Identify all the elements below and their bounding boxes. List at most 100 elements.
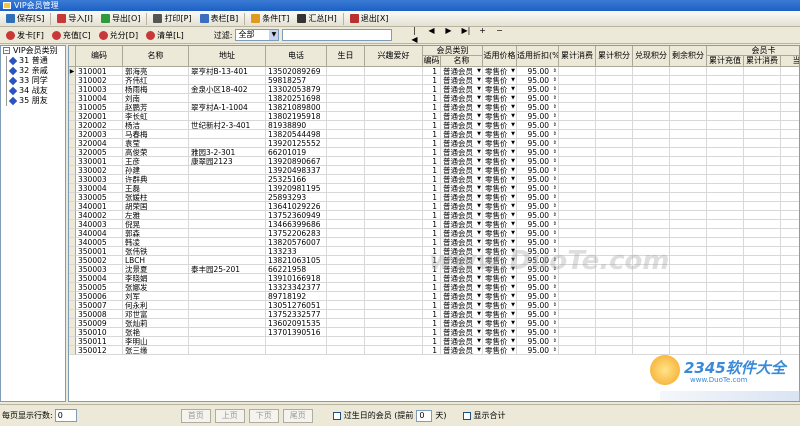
cell-address[interactable]	[189, 328, 266, 337]
cell-price[interactable]: 零售价 ▼	[483, 148, 517, 157]
spinner-icon[interactable]: ⇕	[553, 103, 557, 111]
cell-card-spend[interactable]	[744, 67, 781, 76]
cell-phone[interactable]: 13802195918	[266, 112, 327, 121]
chevron-down-icon[interactable]: ▼	[511, 193, 515, 201]
cell-card-recharge[interactable]	[707, 202, 744, 211]
cell-card-recharge[interactable]	[707, 148, 744, 157]
cell-card-current[interactable]	[781, 94, 799, 103]
cell-code[interactable]: 330004	[76, 184, 123, 193]
cell-price[interactable]: 零售价 ▼	[483, 112, 517, 121]
cell-price[interactable]: 零售价 ▼	[483, 346, 517, 355]
chevron-down-icon[interactable]: ▼	[477, 337, 481, 345]
cell-type-code[interactable]: 1	[423, 184, 441, 193]
cell-address[interactable]	[189, 337, 266, 346]
cell-card-recharge[interactable]	[707, 319, 744, 328]
cell-card-current[interactable]	[781, 193, 799, 202]
column-header-phone[interactable]: 电话	[266, 46, 327, 67]
cell-total-points[interactable]	[596, 202, 633, 211]
table-row[interactable]: 330002 孙建 13920498337 1 普通会员 ▼ 零售价 ▼ 95.00 ⇕	[69, 166, 799, 175]
cell-redeemed-points[interactable]	[633, 67, 670, 76]
spinner-icon[interactable]: ⇕	[553, 346, 557, 354]
import-button[interactable]: 导入[I]	[53, 12, 97, 26]
cell-birthday[interactable]	[327, 103, 365, 112]
cell-remaining-points[interactable]	[670, 121, 707, 130]
cell-type-code[interactable]: 1	[423, 67, 441, 76]
cell-birthday[interactable]	[327, 67, 365, 76]
condition-button[interactable]: 条件[T]	[247, 12, 293, 26]
cell-discount[interactable]: 95.00 ⇕	[517, 121, 559, 130]
cell-type-code[interactable]: 1	[423, 310, 441, 319]
chevron-down-icon[interactable]: ▼	[511, 310, 515, 318]
cell-price[interactable]: 零售价 ▼	[483, 166, 517, 175]
cell-birthday[interactable]	[327, 337, 365, 346]
cell-total-spend[interactable]	[559, 211, 596, 220]
cell-price[interactable]: 零售价 ▼	[483, 328, 517, 337]
cell-name[interactable]: 张艳	[123, 328, 189, 337]
cell-card-recharge[interactable]	[707, 247, 744, 256]
tree-item[interactable]: 34 战友	[1, 86, 65, 96]
cell-remaining-points[interactable]	[670, 328, 707, 337]
spinner-icon[interactable]: ⇕	[553, 328, 557, 336]
cell-name[interactable]: 高俊荣	[123, 148, 189, 157]
cell-redeemed-points[interactable]	[633, 292, 670, 301]
cell-phone[interactable]: 89718192	[266, 292, 327, 301]
cell-card-spend[interactable]	[744, 337, 781, 346]
cell-name[interactable]: 郭森	[123, 229, 189, 238]
chevron-down-icon[interactable]: ▼	[511, 103, 515, 111]
column-header-type-code[interactable]: 编码	[423, 56, 441, 67]
cell-card-spend[interactable]	[744, 256, 781, 265]
chevron-down-icon[interactable]: ▼	[511, 85, 515, 93]
cell-name[interactable]: 王彦	[123, 157, 189, 166]
cell-discount[interactable]: 95.00 ⇕	[517, 202, 559, 211]
chevron-down-icon[interactable]: ▼	[477, 67, 481, 75]
cell-card-recharge[interactable]	[707, 130, 744, 139]
chevron-down-icon[interactable]: ▼	[511, 76, 515, 84]
cell-total-spend[interactable]	[559, 328, 596, 337]
cell-code[interactable]: 310001	[76, 67, 123, 76]
cell-card-recharge[interactable]	[707, 328, 744, 337]
chevron-down-icon[interactable]: ▼	[511, 229, 515, 237]
cell-type-code[interactable]: 1	[423, 229, 441, 238]
cell-card-recharge[interactable]	[707, 76, 744, 85]
cell-hobby[interactable]	[365, 328, 423, 337]
spinner-icon[interactable]: ⇕	[553, 220, 557, 228]
cell-redeemed-points[interactable]	[633, 94, 670, 103]
column-header-birthday[interactable]: 生日	[327, 46, 365, 67]
cell-hobby[interactable]	[365, 139, 423, 148]
cell-code[interactable]: 320004	[76, 139, 123, 148]
cell-phone[interactable]: 13820576007	[266, 238, 327, 247]
cell-hobby[interactable]	[365, 67, 423, 76]
spinner-icon[interactable]: ⇕	[553, 202, 557, 210]
cell-type-name[interactable]: 普通会员 ▼	[441, 328, 483, 337]
cell-remaining-points[interactable]	[670, 139, 707, 148]
cell-redeemed-points[interactable]	[633, 148, 670, 157]
table-row[interactable]: 350006 刘军 89718192 1 普通会员 ▼ 零售价 ▼ 95.00 ⇕	[69, 292, 799, 301]
cell-total-points[interactable]	[596, 85, 633, 94]
cell-redeemed-points[interactable]	[633, 103, 670, 112]
tree-item[interactable]: 32 亲戚	[1, 66, 65, 76]
cell-birthday[interactable]	[327, 283, 365, 292]
cell-card-current[interactable]	[781, 238, 799, 247]
cell-hobby[interactable]	[365, 76, 423, 85]
cell-card-spend[interactable]	[744, 346, 781, 355]
cell-address[interactable]	[189, 274, 266, 283]
cell-phone[interactable]: 25893293	[266, 193, 327, 202]
cell-birthday[interactable]	[327, 121, 365, 130]
column-header-redeemed-points[interactable]: 兑现积分	[633, 46, 670, 67]
cell-redeemed-points[interactable]	[633, 175, 670, 184]
cell-birthday[interactable]	[327, 346, 365, 355]
cell-type-name[interactable]: 普通会员 ▼	[441, 166, 483, 175]
cell-hobby[interactable]	[365, 103, 423, 112]
cell-discount[interactable]: 95.00 ⇕	[517, 85, 559, 94]
cell-total-points[interactable]	[596, 229, 633, 238]
cell-card-current[interactable]	[781, 265, 799, 274]
cell-card-spend[interactable]	[744, 265, 781, 274]
cell-total-spend[interactable]	[559, 229, 596, 238]
cell-birthday[interactable]	[327, 130, 365, 139]
cell-card-current[interactable]	[781, 346, 799, 355]
cell-birthday[interactable]	[327, 238, 365, 247]
cell-hobby[interactable]	[365, 301, 423, 310]
cell-address[interactable]	[189, 193, 266, 202]
cell-total-points[interactable]	[596, 319, 633, 328]
cell-code[interactable]: 320003	[76, 130, 123, 139]
